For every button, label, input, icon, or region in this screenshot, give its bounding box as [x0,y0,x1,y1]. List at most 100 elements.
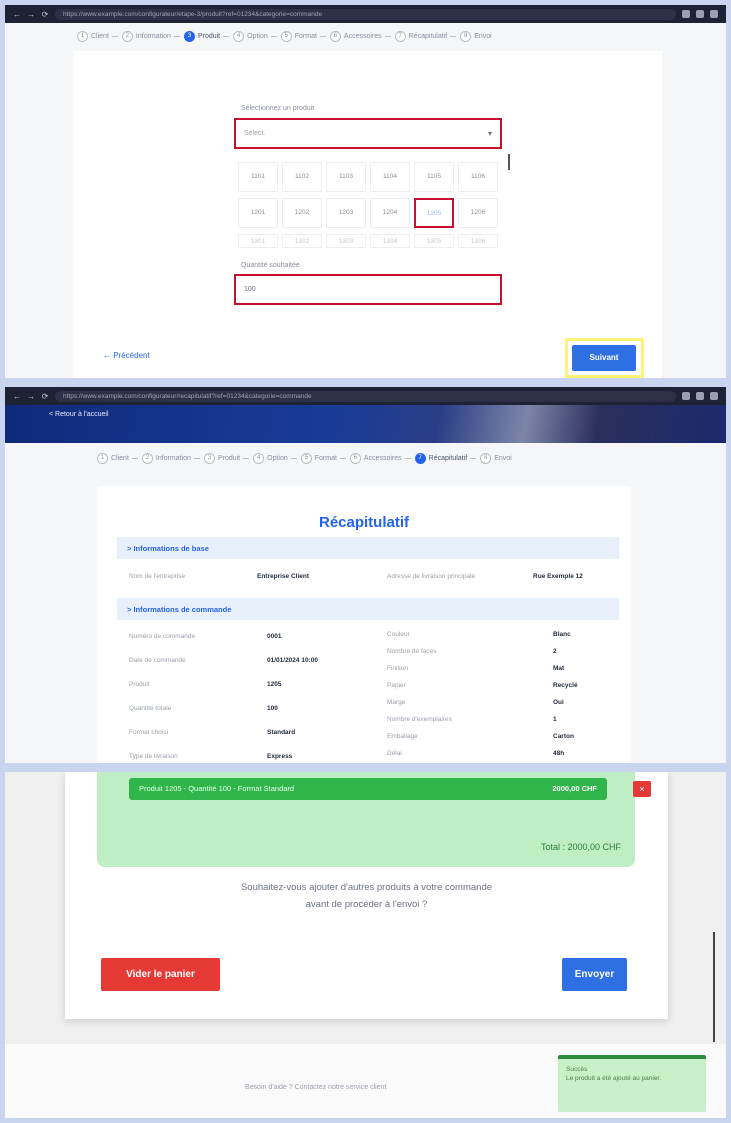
step-6[interactable]: 6 Accessoires [329,31,391,42]
page-title: Récapitulatif [318,514,409,531]
quantity-value: 100 [244,286,256,293]
summary-key: Couleur [387,631,410,638]
step-number: 4 [233,31,245,42]
product-option-1303[interactable]: 1303 [326,234,366,248]
clear-cart-button[interactable]: Vider le panier [101,958,220,991]
progress-stepper: 1 Client 2 Information 3 Produit 4 Option 5 Forma… [97,453,576,464]
cart-summary-box: Produit 1205 - Quantité 100 - Format Sta… [97,772,651,867]
profile-icon[interactable] [696,10,704,18]
extension-icon[interactable] [682,392,690,400]
step-7[interactable]: 7 Récapitulatif [414,453,477,464]
profile-icon[interactable] [696,392,704,400]
step-number: 7 [414,453,426,464]
summary-value: 100 [267,705,278,712]
step-4[interactable]: 4 Option [253,453,297,464]
step-label: Client [111,455,129,462]
step-label: Information [155,455,191,462]
cart-item-label: Produit 1205 - Quantité 100 - Format Sta… [139,784,295,793]
product-option-1104[interactable]: 1104 [370,162,410,192]
scrollbar[interactable] [508,154,510,170]
cart-item-amount: 2000,00 CHF [552,784,597,793]
step-number: 4 [253,453,265,464]
summary-card: Récapitulatif > Informations de base Nom… [97,486,631,763]
product-option-1105[interactable]: 1105 [414,162,454,192]
product-select[interactable]: Sélect. ▾ [234,118,502,149]
step-label: Format [294,33,317,40]
step-5[interactable]: 5 Format [300,453,346,464]
step-5[interactable]: 5 Format [280,31,326,42]
scrollbar[interactable] [713,932,715,1042]
back-icon[interactable]: ← [13,10,21,19]
step-1[interactable]: 1 Client [77,31,118,42]
step-2[interactable]: 2 Information [141,453,200,464]
next-button[interactable]: Suivant [572,345,636,371]
step-8[interactable]: 8 Envoi [480,453,512,464]
product-option-1301[interactable]: 1301 [238,234,278,248]
product-option-1306[interactable]: 1306 [458,234,498,248]
step-connector [270,36,277,37]
step-4[interactable]: 4 Option [233,31,277,42]
product-grid: 1101 1102 1103 1104 1105 1106 1201 1202 1203 1204… [238,162,506,254]
summary-key: Date de commande [129,657,186,664]
step-number: 3 [183,31,195,42]
product-option-1206[interactable]: 1206 [458,198,498,228]
menu-icon[interactable] [710,392,718,400]
send-button[interactable]: Envoyer [562,958,627,991]
step-label: Accessoires [363,455,402,462]
summary-value: 1 [553,716,557,723]
summary-key: Type de livraison [129,753,178,760]
quantity-input[interactable]: 100 [234,274,502,305]
product-option-1106[interactable]: 1106 [458,162,498,192]
back-icon[interactable]: ← [13,392,21,401]
section-header-order[interactable]: > Informations de commande [117,598,619,620]
step-7[interactable]: 7 Récapitulatif [394,31,457,42]
product-option-1205[interactable]: 1205 [414,198,454,228]
product-option-1304[interactable]: 1304 [370,234,410,248]
reload-icon[interactable]: ⟳ [41,10,49,19]
product-option-1202[interactable]: 1202 [282,198,322,228]
step-8[interactable]: 8 Envoi [460,31,492,42]
product-option-1201[interactable]: 1201 [238,198,278,228]
screenshot-panel-summary: ← → ⟳ https://www.example.com/configurat… [5,387,726,763]
summary-value: Mat [553,665,565,672]
previous-button[interactable]: ← Précédent [103,351,150,360]
site-banner: < Retour à l'accueil [5,405,726,443]
back-home-link[interactable]: < Retour à l'accueil [49,411,109,418]
step-label: Envoi [474,33,492,40]
chevron-down-icon: ▾ [487,129,492,138]
footer-text: Besoin d'aide ? Contactez notre service … [245,1084,387,1091]
forward-icon[interactable]: → [27,392,35,401]
step-2[interactable]: 2 Information [121,31,180,42]
quantity-label: Quantité souhaitée [241,262,300,269]
summary-key: Produit [129,681,150,688]
address-bar[interactable]: https://www.example.com/configurateur/et… [55,8,676,20]
product-option-1305[interactable]: 1305 [414,234,454,248]
product-option-1203[interactable]: 1203 [326,198,366,228]
step-label: Format [314,455,337,462]
step-label: Accessoires [343,33,382,40]
step-3[interactable]: 3 Produit [183,31,230,42]
step-6[interactable]: 6 Accessoires [349,453,411,464]
select-value: Sélect. [244,130,266,137]
step-1[interactable]: 1 Client [97,453,138,464]
step-3[interactable]: 3 Produit [203,453,250,464]
summary-value: Carton [553,733,574,740]
menu-icon[interactable] [710,10,718,18]
address-bar[interactable]: https://www.example.com/configurateur/re… [55,390,676,402]
summary-value: Recyclé [553,682,578,689]
summary-value: 0001 [267,633,282,640]
extension-icon[interactable] [682,10,690,18]
step-connector [384,36,391,37]
product-option-1204[interactable]: 1204 [370,198,410,228]
product-option-1101[interactable]: 1101 [238,162,278,192]
product-option-1103[interactable]: 1103 [326,162,366,192]
forward-icon[interactable]: → [27,10,35,19]
step-number: 6 [329,31,341,42]
product-option-1102[interactable]: 1102 [282,162,322,192]
summary-value: 1205 [267,681,282,688]
product-option-1302[interactable]: 1302 [282,234,322,248]
section-header-basic[interactable]: > Informations de base [117,537,619,559]
reload-icon[interactable]: ⟳ [41,392,49,401]
delete-item-button[interactable]: × [633,781,651,797]
step-connector [404,458,411,459]
